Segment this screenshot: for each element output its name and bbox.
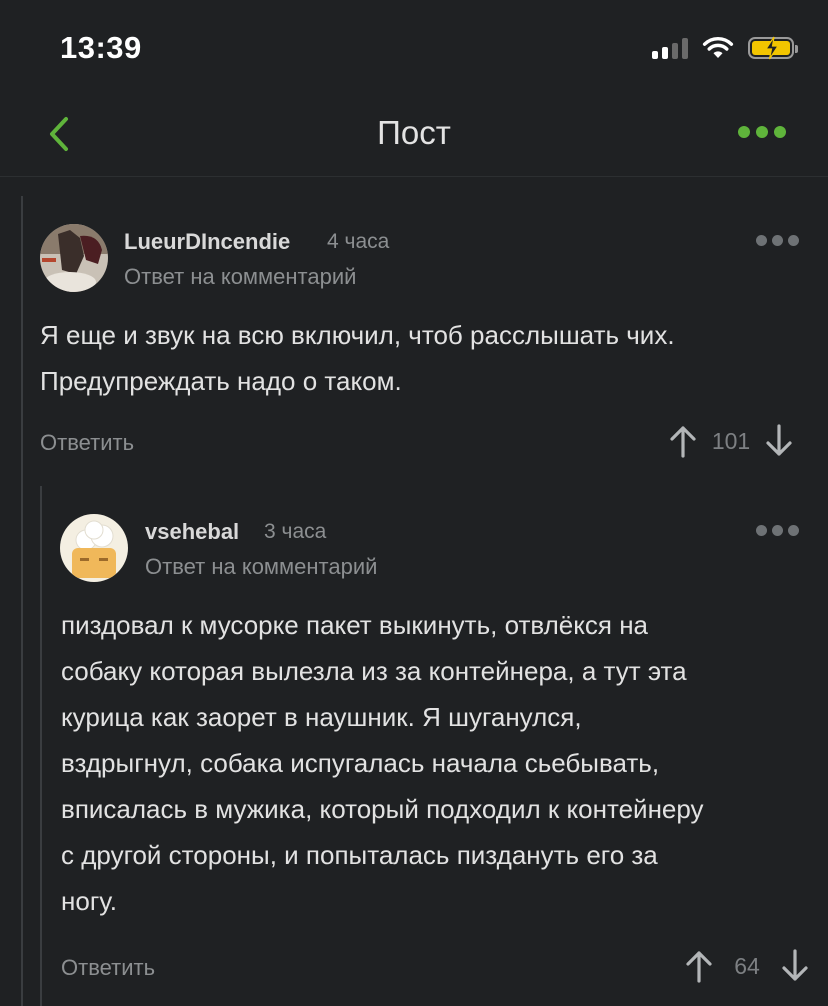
- reply-button[interactable]: Ответить: [61, 955, 155, 981]
- comment-time: 3 часа: [264, 520, 327, 543]
- comment-menu-button[interactable]: [756, 525, 799, 536]
- comment-text-line: с другой стороны, и попыталась пиздануть…: [61, 840, 658, 870]
- vote-group: 64: [684, 949, 810, 983]
- rating-count: 64: [734, 952, 760, 979]
- upvote-arrow-icon[interactable]: [684, 949, 714, 983]
- comment-text: пиздовал к мусорке пакет выкинуть, отвлё…: [61, 602, 811, 924]
- comment-text-line: вписалась в мужика, который подходил к к…: [61, 794, 704, 824]
- reply-note[interactable]: Ответ на комментарий: [145, 554, 377, 580]
- downvote-arrow-icon[interactable]: [780, 949, 810, 983]
- avatar[interactable]: [60, 514, 128, 582]
- comment-text-line: ногу.: [61, 886, 117, 916]
- comment-username[interactable]: vsehebal: [145, 519, 239, 545]
- comment: vsehebal 3 часа Ответ на комментарий пиз…: [0, 0, 828, 1006]
- post-screen: 13:39 Пост LueurDIncendie 4 часа Ответ н…: [0, 0, 828, 1006]
- comment-text-line: пиздовал к мусорке пакет выкинуть, отвлё…: [61, 610, 649, 640]
- comment-text-line: вздрыгнул, собака испугалась начала сьеб…: [61, 748, 660, 778]
- comment-text-line: собаку которая вылезла из за контейнера,…: [61, 656, 687, 686]
- comment-text-line: курица как заорет в наушник. Я шуганулся…: [61, 702, 582, 732]
- more-dots-icon: [756, 525, 767, 536]
